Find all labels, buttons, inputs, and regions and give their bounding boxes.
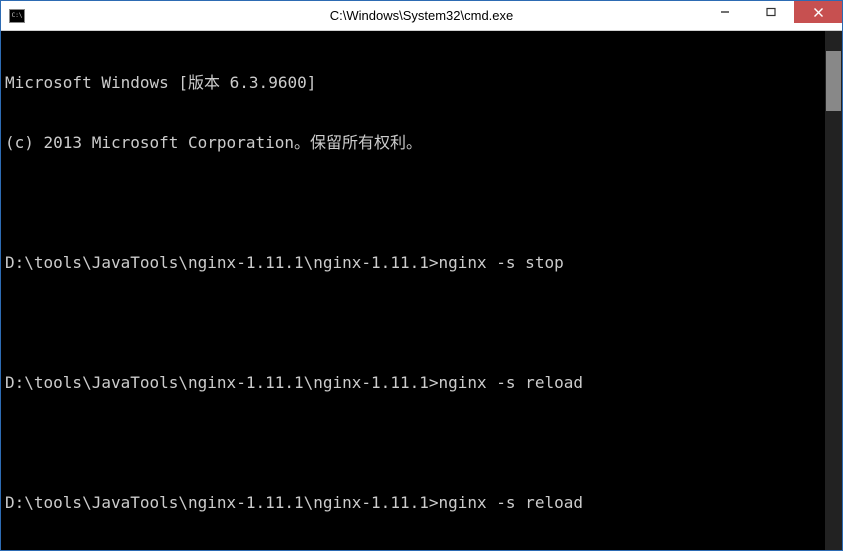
terminal-header-line: (c) 2013 Microsoft Corporation。保留所有权利。: [5, 133, 842, 153]
scrollbar-thumb[interactable]: [826, 51, 841, 111]
window-title: C:\Windows\System32\cmd.exe: [330, 8, 514, 23]
terminal-blank-line: [5, 193, 842, 213]
close-button[interactable]: [794, 1, 842, 23]
maximize-button[interactable]: [748, 1, 794, 23]
terminal-command-line: D:\tools\JavaTools\nginx-1.11.1\nginx-1.…: [5, 253, 842, 273]
terminal-output: Microsoft Windows [版本 6.3.9600] (c) 2013…: [5, 33, 842, 550]
cmd-icon: [9, 9, 25, 23]
terminal-area[interactable]: Microsoft Windows [版本 6.3.9600] (c) 2013…: [1, 31, 842, 550]
terminal-header-line: Microsoft Windows [版本 6.3.9600]: [5, 73, 842, 93]
terminal-command-line: D:\tools\JavaTools\nginx-1.11.1\nginx-1.…: [5, 373, 842, 393]
terminal-blank-line: [5, 433, 842, 453]
terminal-command-line: D:\tools\JavaTools\nginx-1.11.1\nginx-1.…: [5, 493, 842, 513]
terminal-blank-line: [5, 313, 842, 333]
minimize-button[interactable]: [702, 1, 748, 23]
window-controls: [702, 1, 842, 23]
scrollbar-track[interactable]: [825, 31, 842, 550]
window-titlebar[interactable]: C:\Windows\System32\cmd.exe: [1, 1, 842, 31]
